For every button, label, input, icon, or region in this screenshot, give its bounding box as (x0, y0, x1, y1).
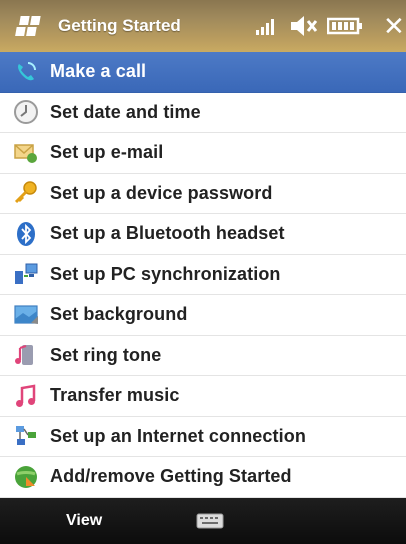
list-item-label: Set date and time (50, 101, 201, 122)
getting-started-list: Make a call Set date and time Set up e-m… (0, 52, 406, 498)
list-item-label: Set up a Bluetooth headset (50, 223, 285, 244)
background-image-icon (12, 301, 40, 329)
list-item-label: Set up e-mail (50, 142, 164, 163)
list-item-label: Set up PC synchronization (50, 263, 281, 284)
title-bar: Getting Started ✕ (0, 0, 406, 52)
email-icon (12, 139, 40, 167)
list-item-label: Add/remove Getting Started (50, 466, 292, 487)
list-item-set-up-an-internet-connection[interactable]: Set up an Internet connection (0, 416, 406, 457)
list-item-transfer-music[interactable]: Transfer music (0, 376, 406, 417)
view-softkey[interactable]: View (66, 498, 102, 544)
list-item-label: Make a call (50, 61, 147, 82)
list-item-label: Set up a device password (50, 182, 273, 203)
list-item-label: Set ring tone (50, 344, 162, 365)
soft-key-bar: View (0, 498, 406, 544)
battery-icon[interactable] (327, 0, 363, 52)
key-icon (12, 179, 40, 207)
list-item-add-remove-getting-started[interactable]: Add/remove Getting Started (0, 457, 406, 498)
ring-tone-icon (12, 341, 40, 369)
windows-start-icon[interactable] (14, 13, 44, 39)
list-item-label: Transfer music (50, 385, 180, 406)
list-item-set-up-e-mail[interactable]: Set up e-mail (0, 133, 406, 174)
clock-icon (12, 98, 40, 126)
list-item-set-ring-tone[interactable]: Set ring tone (0, 335, 406, 376)
list-item-set-background[interactable]: Set background (0, 295, 406, 336)
music-note-icon (12, 382, 40, 410)
bluetooth-icon (12, 220, 40, 248)
pc-sync-icon (12, 260, 40, 288)
speaker-muted-icon[interactable] (289, 0, 319, 52)
globe-add-remove-icon (12, 463, 40, 491)
list-item-set-up-a-device-password[interactable]: Set up a device password (0, 173, 406, 214)
list-item-make-a-call[interactable]: Make a call (0, 52, 406, 93)
list-item-label: Set background (50, 304, 188, 325)
list-item-set-date-and-time[interactable]: Set date and time (0, 92, 406, 133)
internet-connection-icon (12, 422, 40, 450)
phone-call-icon (12, 58, 40, 86)
close-icon[interactable]: ✕ (383, 0, 405, 52)
window-title: Getting Started (58, 16, 181, 35)
list-item-label: Set up an Internet connection (50, 425, 306, 446)
list-item-set-up-a-bluetooth-headset[interactable]: Set up a Bluetooth headset (0, 214, 406, 255)
keyboard-icon[interactable] (196, 498, 224, 544)
list-item-set-up-pc-synchronization[interactable]: Set up PC synchronization (0, 254, 406, 295)
signal-strength-icon[interactable] (255, 0, 277, 52)
